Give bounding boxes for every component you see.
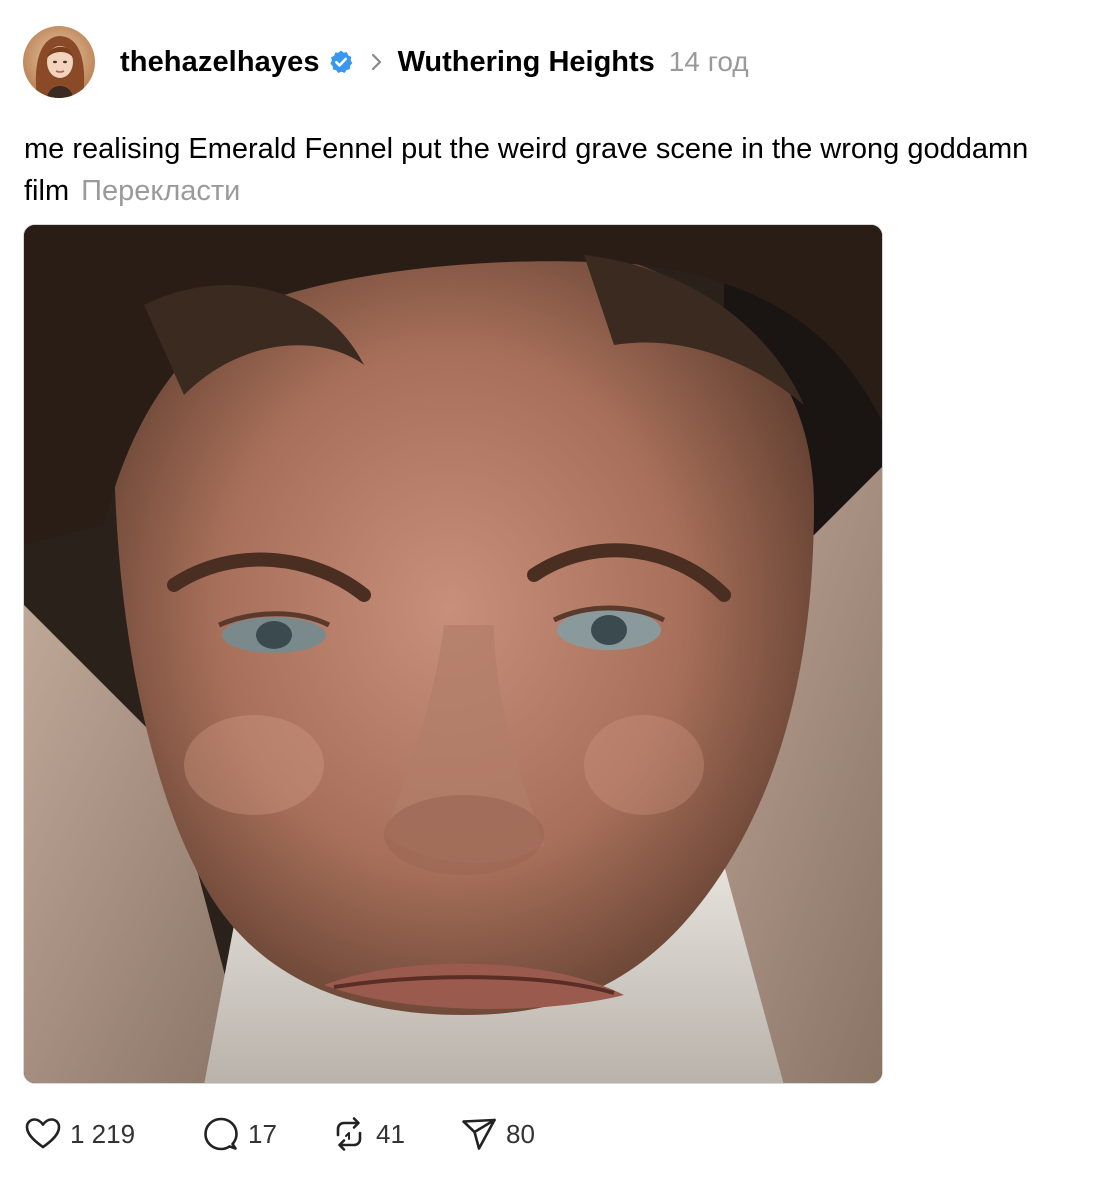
thread-post: thehazelhayes Wuthering Heights 14 год m… xyxy=(0,0,1110,1178)
verified-badge-icon xyxy=(328,49,354,75)
repost-arrows-icon xyxy=(336,1117,362,1151)
reply-button[interactable]: 17 xyxy=(202,1115,330,1153)
share-count: 80 xyxy=(506,1118,535,1149)
post-time: 14 год xyxy=(668,46,749,77)
speech-bubble-icon xyxy=(204,1117,238,1151)
topic-tag[interactable]: Wuthering Heights xyxy=(398,46,655,79)
action-bar: 1 219 17 41 80 xyxy=(24,1112,560,1156)
share-button[interactable]: 80 xyxy=(460,1115,560,1153)
translate-link[interactable]: Перекласти xyxy=(81,175,240,207)
chevron-right-icon xyxy=(370,51,384,73)
paper-plane-icon xyxy=(462,1118,496,1150)
avatar[interactable] xyxy=(23,26,95,98)
username[interactable]: thehazelhayes xyxy=(120,46,320,79)
reply-count: 17 xyxy=(248,1118,277,1149)
like-count: 1 219 xyxy=(70,1118,136,1149)
heart-icon xyxy=(25,1118,61,1149)
post-header: thehazelhayes Wuthering Heights 14 год xyxy=(23,25,749,99)
post-image[interactable] xyxy=(23,224,883,1084)
repost-count: 41 xyxy=(376,1118,405,1149)
post-caption: me realising Emerald Fennel put the weir… xyxy=(24,128,1094,212)
repost-button[interactable]: 41 xyxy=(330,1115,460,1153)
like-button[interactable]: 1 219 xyxy=(24,1115,202,1153)
